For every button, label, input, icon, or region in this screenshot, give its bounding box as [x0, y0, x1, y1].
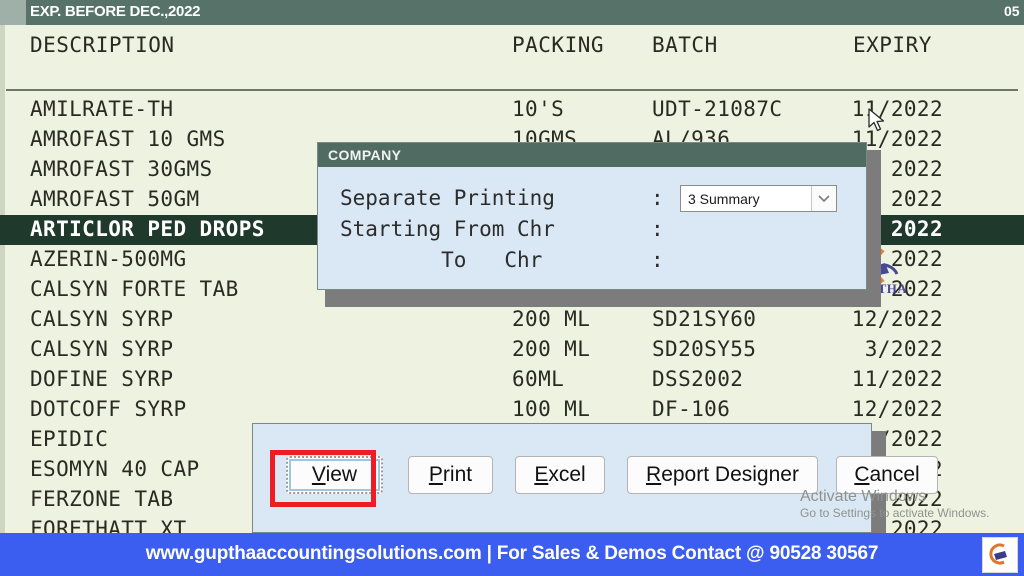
cell-batch: SD21SY60: [652, 307, 757, 331]
cell-batch: SD20SY55: [652, 337, 757, 361]
cell-expiry: 3/2022: [864, 337, 943, 361]
view-button-label: iew: [325, 463, 358, 486]
colon-separate-printing: :: [651, 186, 664, 210]
company-dialog-shadow-bottom: [325, 290, 881, 307]
cell-description: AMROFAST 30GMS: [30, 157, 213, 181]
cell-description: AMROFAST 10 GMS: [30, 127, 226, 151]
company-dialog-titlebar: COMPANY: [318, 143, 866, 167]
report-designer-button[interactable]: Report Designer: [627, 456, 818, 494]
column-header-packing: PACKING: [512, 33, 605, 57]
cancel-button-label: ancel: [869, 463, 920, 486]
cell-packing: 10'S: [512, 97, 565, 121]
view-button[interactable]: View: [286, 456, 383, 494]
window-title: EXP. BEFORE DEC.,2022: [30, 3, 201, 20]
print-button-accel: P: [428, 463, 443, 486]
excel-button[interactable]: Excel: [515, 456, 605, 494]
header-divider: [6, 89, 1018, 91]
cell-batch: DF-106: [652, 397, 731, 421]
label-starting-from-chr: Starting From Chr: [340, 217, 555, 241]
banner-logo-icon: [982, 537, 1018, 573]
cell-expiry: /2022: [877, 427, 943, 451]
view-button-accel: V: [311, 463, 326, 486]
promo-banner: www.gupthaaccountingsolutions.com | For …: [0, 533, 1024, 576]
cell-packing: 100 ML: [512, 397, 591, 421]
cell-description: AMROFAST 50GM: [30, 187, 200, 211]
cell-expiry: 2022: [890, 157, 943, 181]
cell-description: ESOMYN 40 CAP: [30, 457, 200, 481]
table-row[interactable]: AMILRATE-TH 10'S UDT-21087C 11/2022: [0, 95, 1024, 125]
table-row[interactable]: CALSYN SYRP 200 ML SD21SY60 12/2022: [0, 305, 1024, 335]
separate-printing-dropdown[interactable]: 3 Summary: [680, 185, 837, 212]
cell-description: CALSYN SYRP: [30, 307, 174, 331]
label-to-chr: To Chr: [340, 248, 543, 272]
report-column-headers: DESCRIPTION PACKING BATCH EXPIRY: [0, 33, 1024, 73]
cell-expiry: 11/2022: [851, 97, 943, 121]
company-dialog-title: COMPANY: [328, 147, 402, 163]
cell-description: AMILRATE-TH: [30, 97, 174, 121]
cell-description: CALSYN FORTE TAB: [30, 277, 239, 301]
cell-expiry: 2022: [890, 277, 943, 301]
report-action-dialog: View Print Excel Report Designer Cancel: [252, 423, 938, 533]
window-titlebar: EXP. BEFORE DEC.,2022 05: [0, 0, 1024, 25]
cell-description: FERZONE TAB: [30, 487, 174, 511]
cell-description: AZERIN-500MG: [30, 247, 187, 271]
excel-button-label: xcel: [548, 463, 586, 486]
cell-description: DOFINE SYRP: [30, 367, 174, 391]
cancel-button[interactable]: Cancel: [836, 456, 938, 494]
application-screen: EXP. BEFORE DEC.,2022 05 DESCRIPTION PAC…: [0, 0, 1024, 576]
print-button[interactable]: Print: [408, 456, 493, 494]
table-row[interactable]: DOFINE SYRP 60ML DSS2002 11/2022: [0, 365, 1024, 395]
cancel-button-accel: C: [854, 463, 870, 486]
report-designer-button-label: eport Designer: [661, 463, 799, 486]
cell-description: ARTICLOR PED DROPS: [30, 217, 265, 241]
cell-expiry: 2022: [890, 247, 943, 271]
promo-banner-text: www.gupthaaccountingsolutions.com | For …: [145, 543, 879, 564]
company-dialog-shadow-right: [867, 150, 881, 298]
cell-expiry: 2022: [890, 217, 943, 241]
cell-expiry: 12/2022: [851, 397, 943, 421]
cell-description: CALSYN SYRP: [30, 337, 174, 361]
column-header-expiry: EXPIRY: [853, 33, 932, 57]
colon-starting-from-chr: :: [651, 217, 664, 241]
print-button-label: rint: [442, 463, 473, 486]
cell-expiry: 11/2022: [851, 367, 943, 391]
column-header-description: DESCRIPTION: [30, 33, 175, 57]
cell-description: EPIDIC: [30, 427, 109, 451]
cell-packing: 200 ML: [512, 337, 591, 361]
separate-printing-value: 3 Summary: [688, 191, 760, 207]
cell-packing: 200 ML: [512, 307, 591, 331]
table-row[interactable]: DOTCOFF SYRP 100 ML DF-106 12/2022: [0, 395, 1024, 425]
cell-batch: UDT-21087C: [652, 97, 783, 121]
titlebar-left-pad: [0, 0, 26, 25]
column-header-batch: BATCH: [652, 33, 718, 57]
excel-button-accel: E: [534, 463, 549, 486]
company-dialog: COMPANY Separate Printing : Starting Fro…: [317, 142, 867, 290]
chevron-down-icon[interactable]: [811, 186, 836, 211]
cell-expiry: 2022: [890, 187, 943, 211]
cell-expiry: 12/2022: [851, 307, 943, 331]
window-title-right-label: 05: [1004, 3, 1020, 19]
colon-to-chr: :: [651, 248, 664, 272]
cell-batch: DSS2002: [652, 367, 744, 391]
cell-packing: 60ML: [512, 367, 565, 391]
label-separate-printing: Separate Printing: [340, 186, 555, 210]
cell-description: DOTCOFF SYRP: [30, 397, 187, 421]
table-row[interactable]: CALSYN SYRP 200 ML SD20SY55 3/2022: [0, 335, 1024, 365]
report-designer-button-accel: R: [646, 463, 662, 486]
